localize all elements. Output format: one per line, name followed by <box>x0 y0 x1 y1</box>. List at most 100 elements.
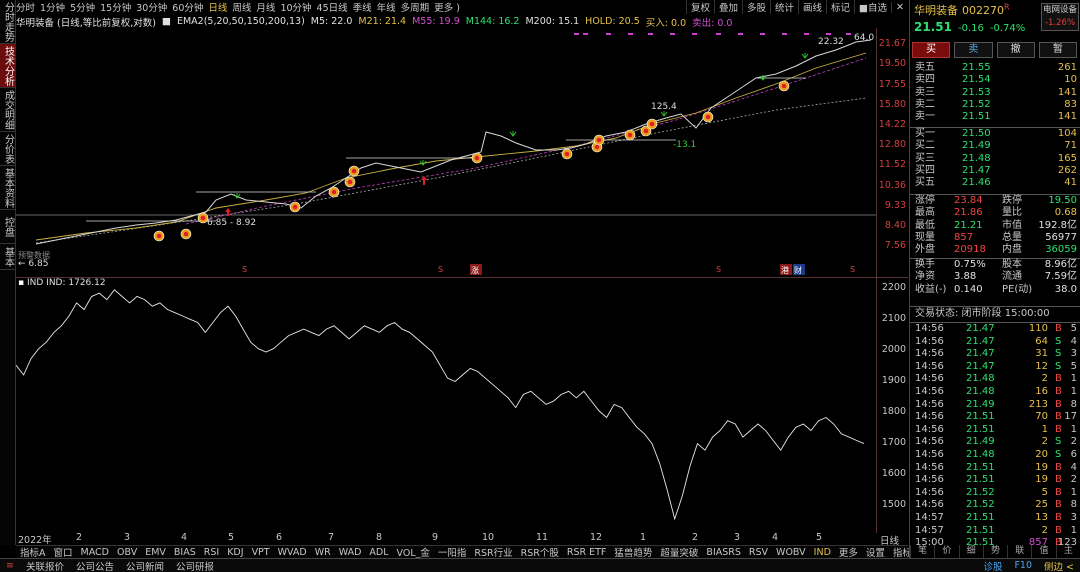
ind-chart[interactable] <box>16 280 876 532</box>
ind-tab[interactable]: 猛兽趋势 <box>610 545 656 559</box>
period-15min[interactable]: 15分钟 <box>100 0 131 14</box>
side-tab-control[interactable]: 控盘 <box>0 210 16 244</box>
period-daily[interactable]: 日线 <box>208 0 227 14</box>
bid-row[interactable]: 买四 21.47 262 <box>910 165 1080 177</box>
multi-stock-button[interactable]: 多股 <box>741 0 770 14</box>
event-marker[interactable]: S <box>850 265 855 274</box>
ask-row[interactable]: 卖一 21.51 141 <box>910 111 1080 123</box>
detail-tab[interactable]: 联 <box>1007 545 1031 558</box>
mark-button[interactable]: 标记 <box>826 0 854 14</box>
side-tab-tech-analysis[interactable]: 技术分析 <box>0 44 16 88</box>
bid-row[interactable]: 买二 21.49 71 <box>910 140 1080 152</box>
period-fenshi[interactable]: 分时 <box>16 0 35 14</box>
side-tab-price-table[interactable]: 分价表 <box>0 132 16 166</box>
period-45day[interactable]: 45日线 <box>317 0 348 14</box>
period-5min[interactable]: 5分钟 <box>70 0 95 14</box>
cancel-order-button[interactable]: 撤 <box>996 42 1035 58</box>
related-quotes-link[interactable]: 关联报价 <box>20 559 70 572</box>
period-quarterly[interactable]: 季线 <box>353 0 372 14</box>
sector-badge[interactable]: 电网设备 -1.26% <box>1041 3 1079 31</box>
period-monthly[interactable]: 月线 <box>256 0 275 14</box>
ind-tab[interactable]: RSV <box>745 547 772 558</box>
ind-tab[interactable]: WAD <box>335 547 366 558</box>
ind-tab[interactable]: 更多 <box>835 545 862 559</box>
company-news-link[interactable]: 公司新闻 <box>120 559 170 572</box>
buy-button[interactable]: 买 <box>912 42 951 58</box>
company-research-link[interactable]: 公司研报 <box>170 559 220 572</box>
diagnose-link[interactable]: 诊股 <box>977 559 1008 572</box>
period-1min[interactable]: 1分钟 <box>40 0 65 14</box>
bid-row[interactable]: 买三 21.48 165 <box>910 153 1080 165</box>
detail-tab[interactable]: 势 <box>982 545 1007 558</box>
tick-row: 14:56 21.47 110 B 5 <box>915 323 1077 334</box>
bid-row[interactable]: 买五 21.46 41 <box>910 177 1080 189</box>
detail-tab[interactable]: 值 <box>1031 545 1055 558</box>
ind-tab[interactable]: WVAD <box>274 547 311 558</box>
period-30min[interactable]: 30分钟 <box>136 0 167 14</box>
ind-tab[interactable]: 超量突破 <box>656 545 702 559</box>
ind-tab[interactable]: 一阳指 <box>434 545 471 559</box>
detail-tab[interactable]: 笔 <box>910 545 934 558</box>
close-icon[interactable]: ✕ <box>891 1 908 13</box>
ind-tab[interactable]: RSI <box>200 547 223 558</box>
period-yearly[interactable]: 年线 <box>377 0 396 14</box>
side-tab-basic[interactable]: 基本 <box>0 244 16 270</box>
ask-row[interactable]: 卖五 21.55 261 <box>910 62 1080 74</box>
f10-link[interactable]: F10 <box>1008 560 1038 571</box>
period-multi[interactable]: 多周期 <box>401 0 430 14</box>
ind-tab[interactable]: RSR行业 <box>470 545 516 559</box>
ind-tab[interactable]: RSR ETF <box>563 547 611 558</box>
ind-tab[interactable]: VPT <box>248 547 274 558</box>
period-more[interactable]: 更多 ) <box>434 0 460 14</box>
ask-row[interactable]: 卖三 21.53 141 <box>910 87 1080 99</box>
ask-row[interactable]: 卖四 21.54 10 <box>910 74 1080 86</box>
ind-tab[interactable]: 窗口 <box>50 545 77 559</box>
detail-tab[interactable]: 价 <box>934 545 958 558</box>
company-notice-link[interactable]: 公司公告 <box>70 559 120 572</box>
side-tab-trade-detail[interactable]: 成交明细 <box>0 88 16 132</box>
ind-tab[interactable]: MACD <box>77 547 113 558</box>
event-marker[interactable]: S <box>438 265 443 274</box>
settings-icon[interactable]: ■ <box>162 16 171 27</box>
detail-tab[interactable]: 细 <box>958 545 983 558</box>
ask-row[interactable]: 卖二 21.52 83 <box>910 99 1080 111</box>
event-marker-up[interactable]: 涨 <box>471 265 479 275</box>
ind-tab[interactable]: EMV <box>141 547 170 558</box>
adjust-button[interactable]: 复权 <box>685 0 714 14</box>
watchlist-button[interactable]: ■自选 <box>854 0 891 14</box>
event-marker-finance[interactable]: 财 <box>794 265 802 275</box>
event-marker[interactable]: S <box>242 265 247 274</box>
period-weekly[interactable]: 周线 <box>232 0 251 14</box>
price-chart[interactable]: 22.32 64.0 125.4 -13.1 6.85 - 8.92 ← 6.8… <box>16 28 876 278</box>
sell-markers <box>574 33 851 35</box>
bid-row[interactable]: 买一 21.50 104 <box>910 128 1080 140</box>
ind-tab[interactable]: 设置 <box>862 545 889 559</box>
stats-button[interactable]: 统计 <box>770 0 798 14</box>
ind-tab[interactable]: ADL <box>365 547 392 558</box>
ind-tab[interactable]: RSR个股 <box>517 545 563 559</box>
ind-tab[interactable]: WR <box>311 547 335 558</box>
ind-tab-active[interactable]: IND <box>810 547 835 558</box>
sell-button[interactable]: 卖 <box>954 42 993 58</box>
overlay-button[interactable]: 叠加 <box>713 0 742 14</box>
draw-line-button[interactable]: 画线 <box>798 0 826 14</box>
tick-list[interactable]: 14:56 21.47 110 B 5 14:56 21.47 64 S 4 14:56 21.4… <box>910 322 1080 550</box>
side-tab-basic-info[interactable]: 基本资料 <box>0 166 16 210</box>
ind-tab[interactable]: OBV <box>113 547 141 558</box>
ind-tab[interactable]: BIASRS <box>702 547 744 558</box>
pause-button[interactable]: 暂 <box>1038 42 1077 58</box>
ind-axis-label: 1900 <box>881 375 906 386</box>
detail-tab[interactable]: 主 <box>1055 545 1080 558</box>
sidebar-toggle[interactable]: 侧边 < <box>1038 559 1080 572</box>
event-marker[interactable]: S <box>716 265 721 274</box>
period-60min[interactable]: 60分钟 <box>172 0 203 14</box>
ind-tab[interactable]: KDJ <box>223 547 247 558</box>
period-10min[interactable]: 10分钟 <box>280 0 311 14</box>
side-tab-fenshi[interactable]: 分时走势 <box>0 0 16 44</box>
ind-tab[interactable]: WOBV <box>772 547 810 558</box>
menu-icon[interactable]: ≡ <box>0 560 20 571</box>
ind-tab[interactable]: 指标A <box>16 545 50 559</box>
ind-tab[interactable]: BIAS <box>170 547 200 558</box>
ind-tab[interactable]: VOL_金 <box>393 545 434 559</box>
event-marker-hk[interactable]: 港 <box>781 265 789 275</box>
